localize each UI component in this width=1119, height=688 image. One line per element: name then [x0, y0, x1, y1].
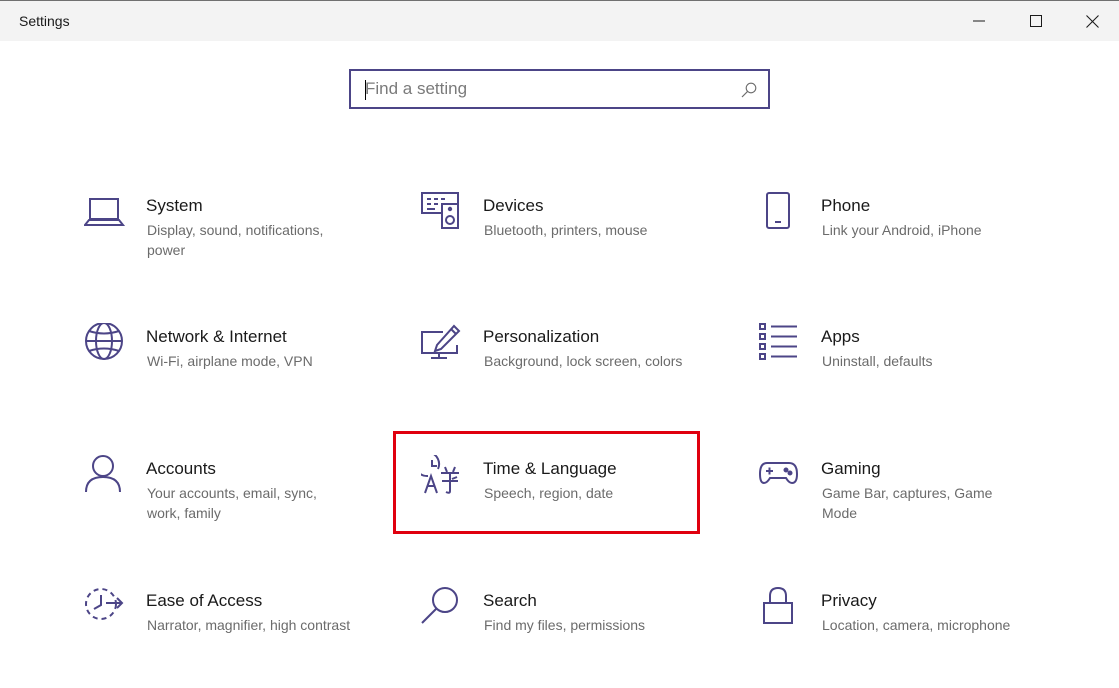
tile-title: Gaming [821, 459, 881, 478]
title-bar: Settings [0, 0, 1119, 41]
search-box[interactable] [349, 69, 770, 109]
tile-title: System [146, 196, 203, 215]
keyboard-speaker-icon [421, 192, 465, 236]
time-language-icon [421, 455, 465, 499]
tile-title: Network & Internet [146, 327, 287, 346]
tile-title: Phone [821, 196, 871, 215]
tile-description: Narrator, magnifier, high contrast [147, 617, 351, 633]
app-list-icon [759, 323, 803, 367]
tile-title: Time & Language [483, 459, 617, 478]
tile-ease-of-access[interactable]: Ease of Access Narrator, magnifier, high… [84, 587, 389, 687]
tile-description: Background, lock screen, colors [484, 353, 683, 369]
tile-description: Location, camera, microphone [822, 617, 1011, 633]
tile-title: Personalization [483, 327, 600, 346]
tile-description: Find my files, permissions [484, 617, 646, 633]
minimize-button[interactable] [950, 1, 1007, 41]
close-button[interactable] [1064, 1, 1119, 41]
tile-description: Display, sound, notifications, power [147, 222, 324, 258]
maximize-button[interactable] [1007, 1, 1064, 41]
search-icon[interactable] [741, 82, 757, 98]
tile-description: Your accounts, email, sync, work, family [147, 485, 317, 521]
globe-icon [84, 323, 128, 367]
tile-title: Ease of Access [146, 591, 263, 610]
tile-search[interactable]: Search Find my files, permissions [421, 587, 726, 687]
window-title: Settings [19, 13, 70, 29]
person-icon [84, 455, 128, 499]
minimize-icon [972, 20, 985, 22]
tile-network-internet[interactable]: Network & Internet Wi-Fi, airplane mode,… [84, 323, 389, 423]
laptop-icon [84, 192, 128, 236]
close-icon [1086, 14, 1099, 28]
gamepad-icon [759, 455, 803, 499]
tile-system[interactable]: System Display, sound, notifications, po… [84, 192, 389, 292]
maximize-icon [1029, 15, 1042, 27]
settings-window: Settings Find a setting System Display, … [0, 0, 1119, 688]
tile-description: Bluetooth, printers, mouse [484, 222, 648, 238]
ease-of-access-icon [84, 587, 128, 631]
tile-description: Wi-Fi, airplane mode, VPN [147, 353, 313, 369]
tile-accounts[interactable]: Accounts Your accounts, email, sync, wor… [84, 455, 389, 555]
tile-time-language[interactable]: Time & Language Speech, region, date [421, 455, 726, 555]
tile-title: Accounts [146, 459, 216, 478]
tile-devices[interactable]: Devices Bluetooth, printers, mouse [421, 192, 726, 292]
tile-description: Uninstall, defaults [822, 353, 933, 369]
tile-description: Speech, region, date [484, 485, 614, 501]
lock-icon [759, 587, 803, 631]
tile-gaming[interactable]: Gaming Game Bar, captures, Game Mode [759, 455, 1064, 555]
tile-title: Privacy [821, 591, 877, 610]
tile-phone[interactable]: Phone Link your Android, iPhone [759, 192, 1064, 292]
search-input[interactable] [365, 71, 735, 107]
tile-apps[interactable]: Apps Uninstall, defaults [759, 323, 1064, 423]
tile-title: Apps [821, 327, 860, 346]
tile-personalization[interactable]: Personalization Background, lock screen,… [421, 323, 726, 423]
paint-monitor-icon [421, 323, 465, 367]
tile-description: Link your Android, iPhone [822, 222, 982, 238]
tile-title: Search [483, 591, 537, 610]
phone-icon [759, 192, 803, 236]
tile-title: Devices [483, 196, 544, 215]
magnifier-icon [421, 587, 465, 631]
tile-description: Game Bar, captures, Game Mode [822, 485, 993, 521]
tile-privacy[interactable]: Privacy Location, camera, microphone [759, 587, 1064, 687]
